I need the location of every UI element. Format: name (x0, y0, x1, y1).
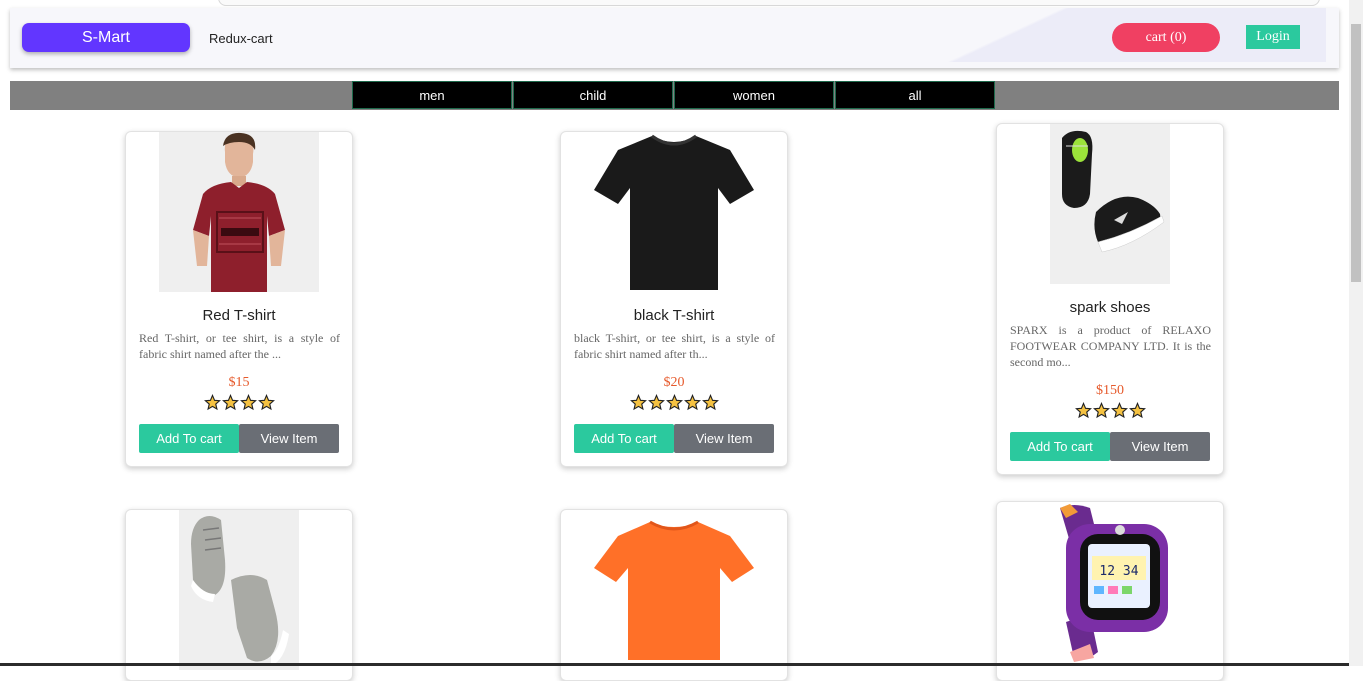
product-card: black T-shirt black T-shirt, or tee shir… (560, 131, 788, 467)
product-image-black-tshirt[interactable] (594, 132, 754, 292)
product-price: $150 (1096, 383, 1124, 398)
star-icon (665, 394, 683, 411)
category-child-button[interactable]: child (513, 81, 673, 109)
star-icon (257, 394, 275, 411)
add-to-cart-button[interactable]: Add To cart (139, 424, 239, 453)
star-icon (203, 394, 221, 411)
product-image-kids-smartwatch[interactable]: 12 34 (1030, 502, 1190, 662)
star-icon (1092, 402, 1110, 419)
category-all-button[interactable]: all (835, 81, 995, 109)
product-image-grey-sneakers[interactable] (179, 510, 299, 670)
rating-stars (997, 402, 1223, 419)
star-icon (1074, 402, 1092, 419)
star-icon (701, 394, 719, 411)
product-description: black T-shirt, or tee shirt, is a style … (574, 331, 775, 361)
view-item-button[interactable]: View Item (239, 424, 339, 453)
rating-stars (561, 394, 787, 411)
page-scrollbar[interactable] (1349, 0, 1363, 666)
watch-time-text: 12 34 (1099, 564, 1138, 579)
product-card (125, 509, 353, 681)
product-image-orange-tshirt[interactable] (594, 510, 754, 670)
category-women-button[interactable]: women (674, 81, 834, 109)
login-button[interactable]: Login (1246, 25, 1300, 49)
product-image-black-sneakers[interactable] (1050, 124, 1170, 284)
scrollbar-thumb[interactable] (1351, 24, 1361, 282)
add-to-cart-button[interactable]: Add To cart (1010, 432, 1110, 461)
view-item-button[interactable]: View Item (674, 424, 774, 453)
navbar: S-Mart Redux-cart cart (0) Login (10, 8, 1339, 68)
star-icon (239, 394, 257, 411)
product-card: Red T-shirt Red T-shirt, or tee shirt, i… (125, 131, 353, 467)
category-men-button[interactable]: men (352, 81, 512, 109)
star-icon (683, 394, 701, 411)
star-icon (1128, 402, 1146, 419)
brand-logo-button[interactable]: S-Mart (22, 23, 190, 52)
app-subtitle: Redux-cart (209, 31, 273, 46)
product-price: $15 (228, 375, 250, 390)
product-card (560, 509, 788, 681)
star-icon (647, 394, 665, 411)
product-description: SPARX is a product of RELAXO FOOTWEAR CO… (1010, 323, 1211, 369)
product-card: spark shoes SPARX is a product of RELAXO… (996, 123, 1224, 475)
product-description: Red T-shirt, or tee shirt, is a style of… (139, 331, 340, 361)
cart-button[interactable]: cart (0) (1112, 23, 1220, 52)
product-price: $20 (663, 375, 685, 390)
star-icon (629, 394, 647, 411)
product-title[interactable]: spark shoes (997, 299, 1223, 316)
view-item-button[interactable]: View Item (1110, 432, 1210, 461)
product-image-red-tshirt[interactable] (159, 132, 319, 292)
product-title[interactable]: black T-shirt (561, 307, 787, 324)
star-icon (1110, 402, 1128, 419)
category-bar: men child women all (10, 81, 1339, 110)
browser-top-strip (0, 0, 1349, 6)
star-icon (221, 394, 239, 411)
add-to-cart-button[interactable]: Add To cart (574, 424, 674, 453)
product-card: 12 34 (996, 501, 1224, 681)
rating-stars (126, 394, 352, 411)
product-title[interactable]: Red T-shirt (126, 307, 352, 324)
